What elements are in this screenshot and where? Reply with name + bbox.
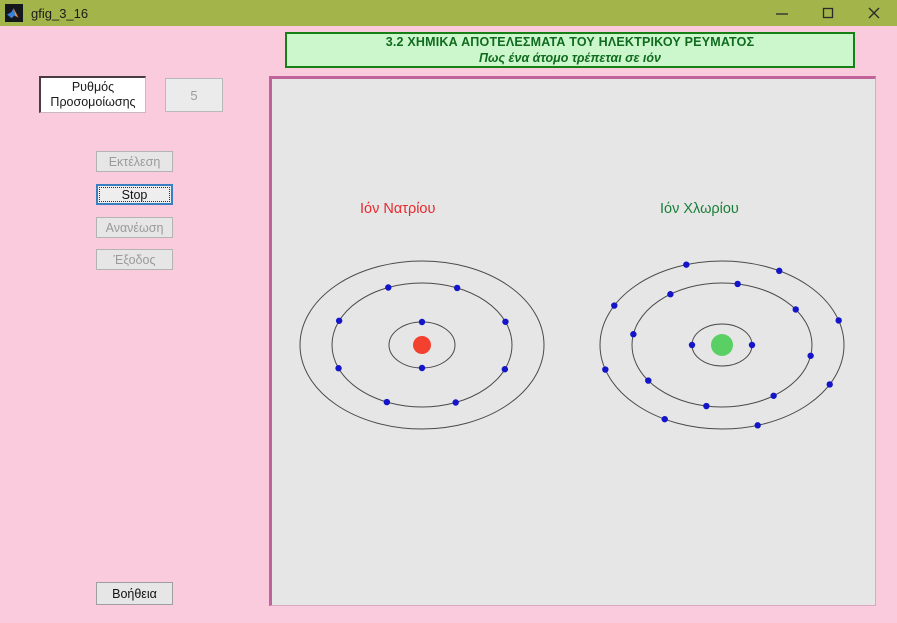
- sodium-ion-electron: [383, 398, 391, 406]
- sodium-ion-electron: [335, 317, 343, 324]
- chloride-ion-electron: [835, 317, 842, 324]
- banner-subtitle: Πως ένα άτομο τρέπεται σε ιόν: [479, 50, 661, 65]
- refresh-button-label: Ανανέωση: [105, 220, 164, 235]
- application-window: gfig_3_16 3.2 ΧΗΜΙΚΑ ΑΠΟΤΕΛΕΣΜΑΤΑ ΤΟΥ ΗΛ…: [0, 0, 897, 623]
- chloride-ion-nucleus: [711, 334, 733, 356]
- chloride-ion-electron: [661, 415, 668, 423]
- simulation-rate-label: Ρυθμός Προσομοίωσης: [39, 76, 146, 113]
- refresh-button[interactable]: Ανανέωση: [96, 217, 173, 238]
- chloride-ion-electron: [688, 341, 696, 349]
- exit-button[interactable]: Έξοδος: [96, 249, 173, 270]
- chloride-ion-electron: [776, 267, 783, 275]
- chloride-ion-electron: [611, 302, 618, 309]
- chloride-ion-electron: [667, 291, 674, 298]
- stop-button[interactable]: Stop: [96, 184, 173, 205]
- chloride-ion-electron: [734, 280, 741, 288]
- stop-button-label: Stop: [121, 187, 148, 202]
- simulation-canvas: Ιόν Νατρίου Ιόν Χλωρίου: [269, 76, 876, 606]
- sodium-ion-electron: [502, 318, 509, 325]
- chloride-ion: [599, 260, 845, 430]
- sodium-ion-electron: [418, 364, 426, 372]
- help-button[interactable]: Βοήθεια: [96, 582, 173, 605]
- sodium-ion-electron: [501, 366, 509, 373]
- title-bar: gfig_3_16: [0, 0, 897, 26]
- simulation-rate-label-line2: Προσομοίωσης: [50, 95, 136, 109]
- chloride-ion-electron: [683, 261, 690, 268]
- chloride-ion-electron: [826, 381, 833, 388]
- chloride-ion-electron: [754, 422, 761, 429]
- run-button[interactable]: Εκτέλεση: [96, 151, 173, 172]
- sodium-ion-electron: [418, 318, 426, 326]
- simulation-rate-input[interactable]: 5: [165, 78, 223, 112]
- exit-button-label: Έξοδος: [113, 252, 156, 267]
- chloride-ion-electron: [645, 377, 652, 384]
- chloride-ion-electron: [748, 341, 756, 349]
- simulation-rate-value: 5: [190, 87, 198, 103]
- chloride-ion-electron: [792, 306, 799, 313]
- sodium-ion-electron: [335, 365, 342, 372]
- chloride-ion-electron: [602, 366, 609, 373]
- banner-title: 3.2 ΧΗΜΙΚΑ ΑΠΟΤΕΛΕΣΜΑΤΑ ΤΟΥ ΗΛΕΚΤΡΙΚΟΥ Ρ…: [385, 35, 755, 50]
- window-title: gfig_3_16: [31, 5, 89, 21]
- sodium-ion-electron: [452, 399, 459, 406]
- simulation-rate-label-line1: Ρυθμός: [71, 80, 115, 94]
- chloride-ion-electron: [703, 402, 710, 410]
- sodium-ion-nucleus: [413, 336, 431, 354]
- help-button-label: Βοήθεια: [112, 586, 157, 601]
- chloride-ion-electron: [630, 331, 637, 338]
- chloride-ion-electron: [770, 392, 777, 399]
- sodium-ion-electron: [385, 284, 392, 291]
- minimize-icon[interactable]: [759, 0, 805, 26]
- atom-diagram: [299, 260, 845, 430]
- maximize-icon[interactable]: [805, 0, 851, 26]
- sodium-ion: [299, 260, 545, 430]
- header-banner: 3.2 ΧΗΜΙΚΑ ΑΠΟΤΕΛΕΣΜΑΤΑ ΤΟΥ ΗΛΕΚΤΡΙΚΟΥ Ρ…: [285, 32, 855, 68]
- sodium-ion-electron: [453, 284, 461, 292]
- matlab-icon: [5, 4, 23, 22]
- run-button-label: Εκτέλεση: [108, 154, 161, 169]
- close-icon[interactable]: [851, 0, 897, 26]
- chloride-ion-electron: [807, 352, 814, 359]
